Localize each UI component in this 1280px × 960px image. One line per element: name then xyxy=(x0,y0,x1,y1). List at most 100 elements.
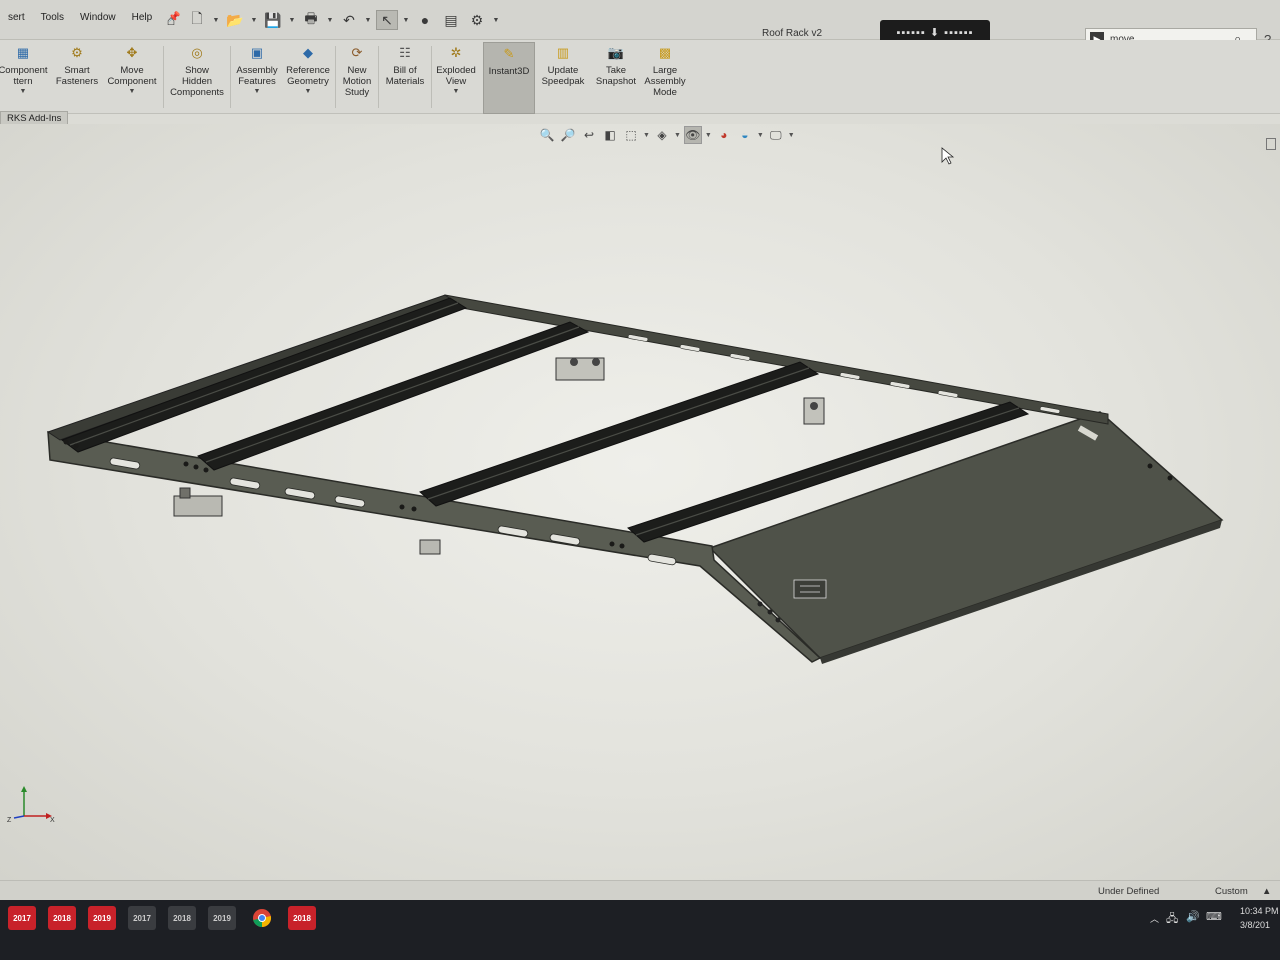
reference-geometry-icon: ◆ xyxy=(303,45,313,60)
chevron-down-icon[interactable]: ▼ xyxy=(453,88,460,95)
taskbar-app-solidworks-2017[interactable]: 2017 xyxy=(8,906,36,930)
graphics-area[interactable]: Z X xyxy=(0,124,1280,880)
edit-appearance-icon[interactable]: ◕ xyxy=(715,126,733,144)
crossbar-3[interactable] xyxy=(419,361,820,507)
mounting-bracket-mid[interactable] xyxy=(555,357,605,381)
exploded-view-button[interactable]: ✲ Exploded View ▼ xyxy=(433,42,479,114)
zoom-to-fit-icon[interactable]: 🔍 xyxy=(538,126,556,144)
chevron-down-icon[interactable]: ▼ xyxy=(20,88,27,95)
linear-component-pattern-button[interactable]: ▦ Component ttern ▼ xyxy=(0,42,50,114)
take-snapshot-button[interactable]: 📷 Take Snapshot xyxy=(592,42,640,114)
keyboard-icon[interactable]: ⌨ xyxy=(1206,910,1222,923)
front-wind-deflector[interactable] xyxy=(708,411,1224,659)
undo-icon[interactable]: ↶ xyxy=(338,10,360,30)
quick-access-toolbar: ⌂ 🗋 ▼ 📂 ▼ 💾 ▼ 🖶 ▼ ↶ ▼ ↖ ▼ ● ▤ ⚙ ▼ xyxy=(160,10,500,30)
taskbar-app-composer-2018[interactable]: 2018 xyxy=(168,906,196,930)
assembly-features-button[interactable]: ▣ Assembly Features ▼ xyxy=(233,42,281,114)
chevron-down-icon[interactable]: ▼ xyxy=(674,132,681,139)
select-cursor-icon[interactable]: ↖ xyxy=(376,10,398,30)
roof-rack-model[interactable] xyxy=(0,124,1280,880)
taskbar-app-composer-2017[interactable]: 2017 xyxy=(128,906,156,930)
instant3d-icon: ✎ xyxy=(503,46,515,61)
taskbar-app-composer-2019[interactable]: 2019 xyxy=(208,906,236,930)
crossbar-1[interactable] xyxy=(60,297,468,453)
chevron-down-icon[interactable]: ▼ xyxy=(288,17,296,24)
camera-icon: 📷 xyxy=(607,45,625,60)
chevron-down-icon[interactable]: ▼ xyxy=(364,17,372,24)
chevron-down-icon[interactable]: ▼ xyxy=(212,17,220,24)
display-style-icon[interactable]: ◈ xyxy=(653,126,671,144)
fastener-icon: ⚙ xyxy=(71,45,83,60)
hide-show-items-icon[interactable]: 👁 xyxy=(683,126,702,144)
mounting-bracket-rear[interactable] xyxy=(173,487,223,517)
update-speedpak-button[interactable]: ▥ Update Speedpak xyxy=(538,42,588,114)
large-assembly-icon: ▩ xyxy=(658,45,672,60)
options-gear-icon[interactable]: ⚙ xyxy=(466,10,488,30)
open-folder-icon[interactable]: 📂 xyxy=(224,10,246,30)
ribbon-separator xyxy=(378,46,379,108)
taskbar-app-solidworks-2018[interactable]: 2018 xyxy=(48,906,76,930)
move-component-button[interactable]: ✥ Move Component ▼ xyxy=(104,42,160,114)
zoom-area-icon[interactable]: 🔎 xyxy=(559,126,577,144)
view-orientation-icon[interactable]: ⬚ xyxy=(622,126,640,144)
rebuild-icon[interactable]: ● xyxy=(414,10,436,30)
chevron-down-icon[interactable]: ▼ xyxy=(402,17,410,24)
show-hidden-components-button[interactable]: ◎ Show Hidden Components xyxy=(166,42,228,114)
clock-date[interactable]: 3/8/201 xyxy=(1240,920,1270,930)
clock-time[interactable]: 10:34 PM xyxy=(1240,906,1279,916)
chevron-up-icon[interactable]: ︿ xyxy=(1150,912,1159,925)
show-hidden-icon: ◎ xyxy=(191,45,203,60)
light-mount[interactable] xyxy=(793,579,827,599)
chevron-down-icon[interactable]: ▼ xyxy=(788,132,795,139)
linear-pattern-icon: ▦ xyxy=(16,45,30,60)
crossbar-2[interactable] xyxy=(197,321,590,471)
chevron-down-icon[interactable]: ▼ xyxy=(757,132,764,139)
previous-view-icon[interactable]: ↩ xyxy=(580,126,598,144)
menu-window[interactable]: Window xyxy=(72,12,124,23)
taskbar-app-solidworks-2018-active[interactable]: 2018 xyxy=(288,906,316,930)
mounting-bracket-lower[interactable] xyxy=(419,539,441,555)
menu-tools[interactable]: Tools xyxy=(33,12,72,23)
new-motion-study-button[interactable]: ⟳ New Motion Study xyxy=(338,42,376,114)
command-manager-ribbon: ▦ Component ttern ▼ ⚙ Smart Fasteners ✥ … xyxy=(0,40,1280,114)
menu-insert[interactable]: sert xyxy=(0,12,33,23)
chevron-down-icon[interactable]: ▼ xyxy=(250,17,258,24)
network-icon[interactable]: 🖧 xyxy=(1166,910,1178,929)
motion-study-icon: ⟳ xyxy=(351,45,363,60)
file-properties-icon[interactable]: ▤ xyxy=(440,10,462,30)
home-icon[interactable]: ⌂ xyxy=(160,10,182,30)
chevron-down-icon[interactable]: ▼ xyxy=(129,88,136,95)
reference-triad: Z X xyxy=(7,786,55,824)
save-icon[interactable]: 💾 xyxy=(262,10,284,30)
instant3d-button[interactable]: ✎ Instant3D xyxy=(483,42,535,114)
apply-scene-icon[interactable]: ◒ xyxy=(736,126,754,144)
chevron-down-icon[interactable]: ▼ xyxy=(326,17,334,24)
view-settings-icon[interactable]: 🖵 xyxy=(767,126,785,144)
bill-of-materials-button[interactable]: ☷ Bill of Materials xyxy=(381,42,429,114)
chevron-down-icon[interactable]: ▼ xyxy=(705,132,712,139)
rear-end-plate[interactable] xyxy=(46,294,454,441)
new-document-icon[interactable]: 🗋 xyxy=(186,10,208,30)
triad-z-label: Z xyxy=(7,817,12,824)
chevron-down-icon[interactable]: ▼ xyxy=(643,132,650,139)
reference-geometry-button[interactable]: ◆ Reference Geometry ▼ xyxy=(283,42,333,114)
title-bar: sert Tools Window Help 📌 ⌂ 🗋 ▼ 📂 ▼ 💾 ▼ 🖶… xyxy=(0,0,1280,50)
smart-fasteners-button[interactable]: ⚙ Smart Fasteners xyxy=(54,42,100,114)
menu-help[interactable]: Help xyxy=(124,12,161,23)
volume-icon[interactable]: 🔊 xyxy=(1186,910,1200,923)
chevron-down-icon[interactable]: ▼ xyxy=(254,88,261,95)
taskbar-app-chrome[interactable] xyxy=(248,906,276,930)
unit-system[interactable]: Custom xyxy=(1215,886,1248,897)
windows-taskbar: 2017 2018 2019 2017 2018 2019 2018 ︿ 🖧 🔊… xyxy=(0,900,1280,960)
taskbar-app-solidworks-2019[interactable]: 2019 xyxy=(88,906,116,930)
section-view-icon[interactable]: ◧ xyxy=(601,126,619,144)
print-icon[interactable]: 🖶 xyxy=(300,10,322,30)
large-assembly-mode-button[interactable]: ▩ Large Assembly Mode xyxy=(642,42,688,114)
mounting-bracket-front[interactable] xyxy=(803,397,825,425)
ribbon-separator xyxy=(163,46,164,108)
ribbon-separator xyxy=(335,46,336,108)
chevron-up-icon[interactable]: ▲ xyxy=(1262,886,1271,897)
chevron-down-icon[interactable]: ▼ xyxy=(305,88,312,95)
panel-expand-icon[interactable] xyxy=(1266,138,1276,150)
chevron-down-icon[interactable]: ▼ xyxy=(492,17,500,24)
